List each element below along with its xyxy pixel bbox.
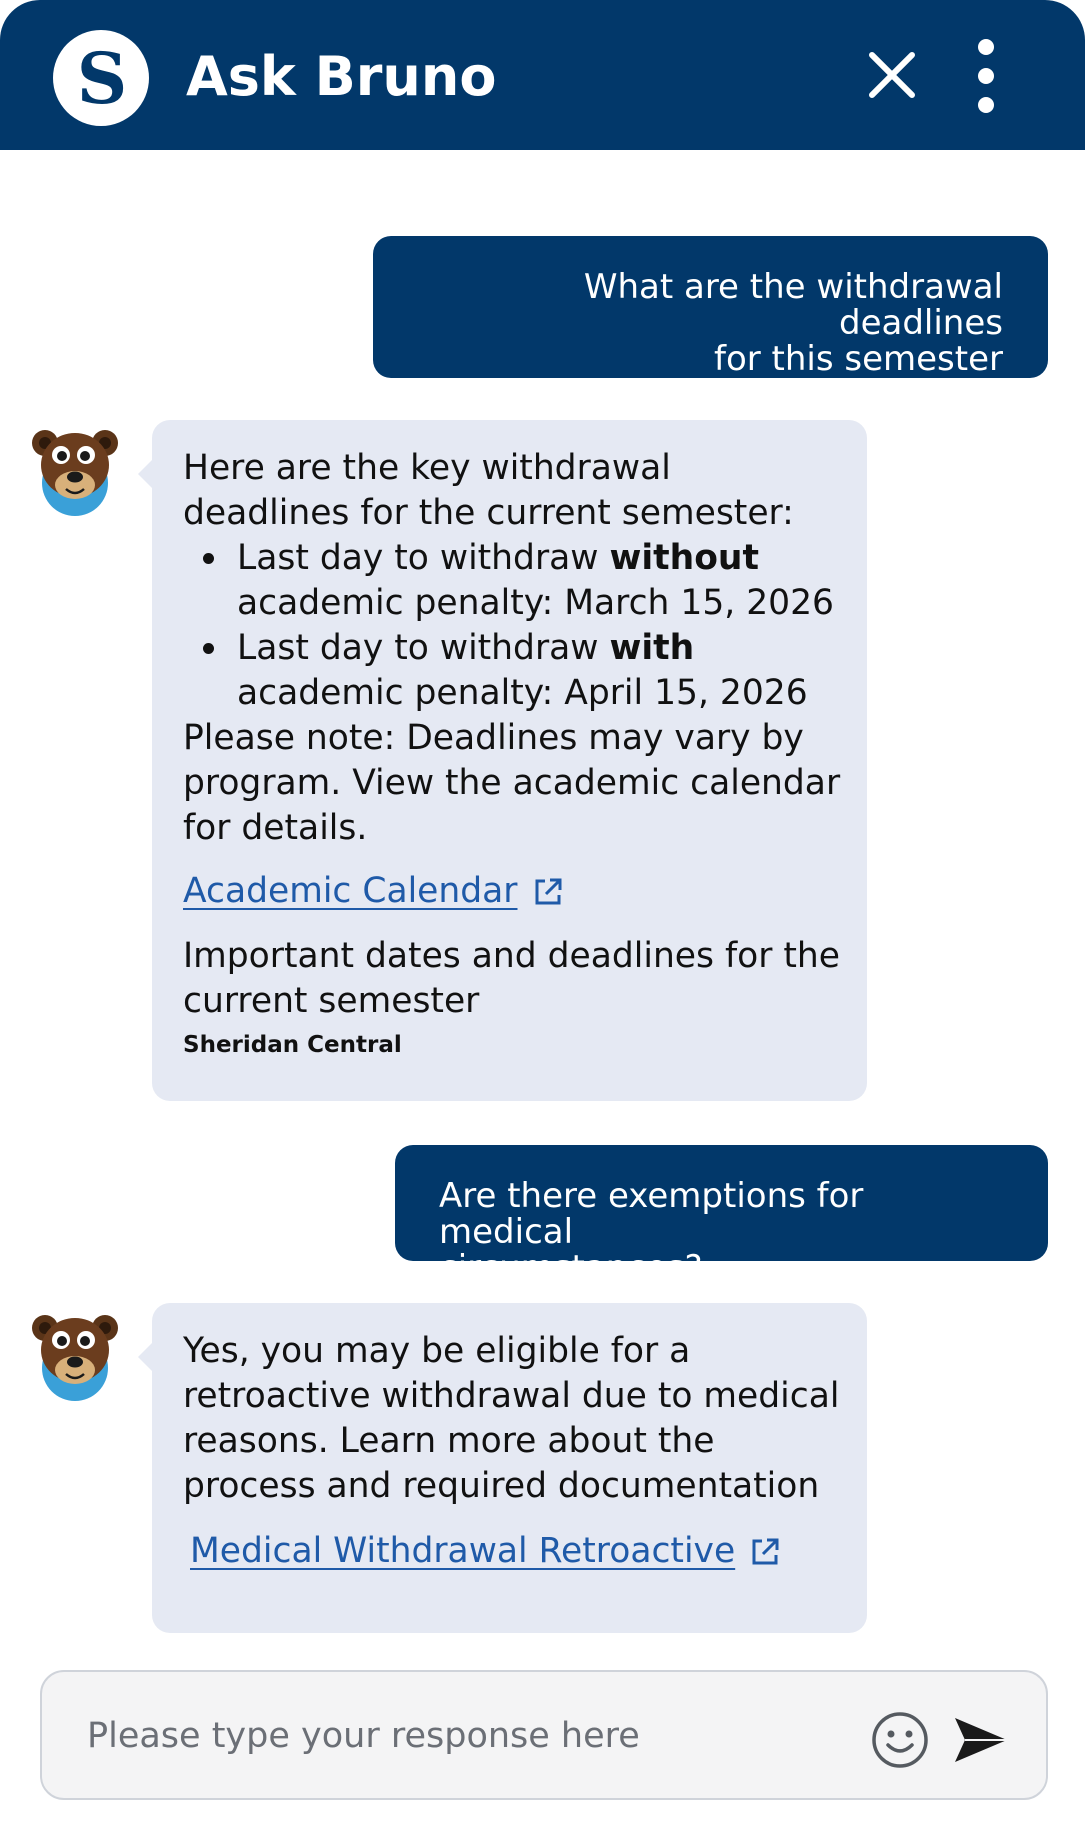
message-composer [40,1670,1048,1800]
user-message: Are there exemptions for medical circums… [395,1145,1048,1286]
external-link-icon [752,1538,779,1564]
medical-withdrawal-link[interactable]: Medical Withdrawal Retroactive [190,1529,781,1574]
user-message: What are the withdrawal deadlines for th… [373,236,1048,378]
external-link-icon [535,878,561,904]
user-message-line: Are there exemptions for medical [439,1176,864,1252]
academic-calendar-link[interactable]: Academic Calendar [183,869,564,914]
list-item-emphasis: without [609,538,759,578]
list-item-text: academic penalty: April 15, 2026 [237,673,808,713]
smiley-icon [872,1712,928,1768]
list-item-text: Last day to withdraw [237,628,610,668]
list-item: Last day to withdraw with academic penal… [183,626,847,716]
bot-message: Yes, you may be eligible for a retroacti… [138,1303,867,1633]
send-icon [955,1718,1007,1762]
more-options-button[interactable] [970,36,1002,116]
bruno-bear-avatar-icon [28,423,122,517]
deadline-list: Last day to withdraw without academic pe… [183,536,847,716]
bot-message-intro: Here are the key withdrawal deadlines fo… [183,448,794,533]
chat-header: S Ask Bruno [0,0,1085,150]
link-description: Important dates and deadlines for the cu… [183,936,840,1021]
list-item: Last day to withdraw without academic pe… [183,536,847,626]
list-item-text: academic penalty: March 15, 2026 [237,583,835,623]
bot-message-text: Yes, you may be eligible for a retroacti… [183,1331,840,1506]
bot-message-note: Please note: Deadlines may vary by progr… [183,718,841,848]
close-button[interactable] [862,45,922,105]
user-message-line: What are the withdrawal deadlines [583,267,1003,343]
link-label: Academic Calendar [183,871,518,911]
message-input[interactable] [87,1706,857,1766]
close-icon [869,52,915,98]
bruno-bear-avatar-icon [28,1308,122,1402]
user-message-line: circumstances? [439,1248,703,1288]
sheridan-logo-icon: S [53,30,149,126]
chat-title: Ask Bruno [186,45,497,108]
user-message-line: for this semester [713,339,1003,379]
link-label: Medical Withdrawal Retroactive [190,1531,736,1571]
more-vertical-icon [978,39,994,113]
logo-letter: S [77,37,128,120]
list-item-text: Last day to withdraw [237,538,610,578]
emoji-button[interactable] [870,1710,930,1770]
bot-message: Here are the key withdrawal deadlines fo… [138,420,867,1101]
list-item-emphasis: with [609,628,695,668]
link-source: Sheridan Central [183,1032,402,1058]
send-button[interactable] [953,1714,1009,1766]
